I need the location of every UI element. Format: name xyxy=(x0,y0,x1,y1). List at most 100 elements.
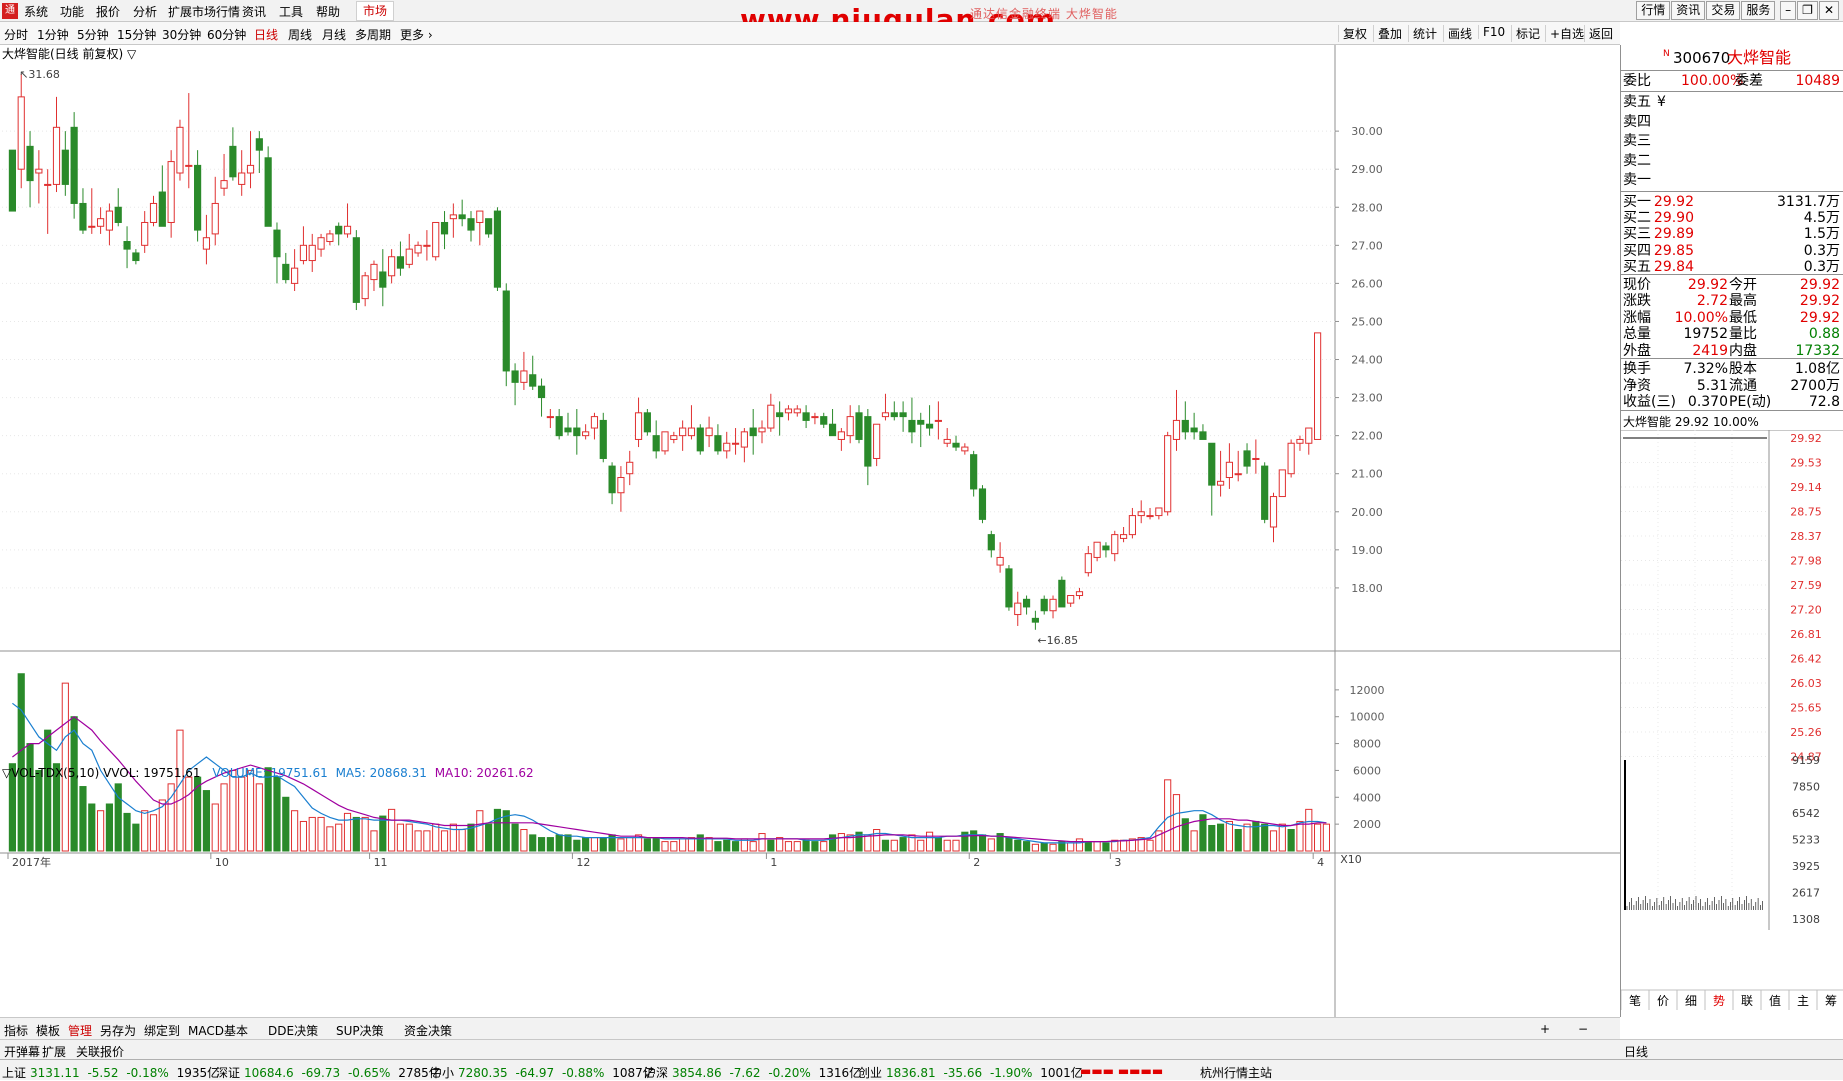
candle-body xyxy=(1278,469,1286,498)
menu-quote[interactable]: 报价 xyxy=(96,3,120,20)
candle-body xyxy=(1084,553,1092,574)
bottom-tab[interactable]: SUP决策 xyxy=(336,1022,384,1039)
volume-bar xyxy=(211,803,219,852)
vol-y-tick-label: 2000 xyxy=(1353,818,1381,831)
y-tick-label: 25.00 xyxy=(1351,315,1383,328)
tool-fuquan[interactable]: 复权 xyxy=(1338,25,1371,42)
menu-help[interactable]: 帮助 xyxy=(316,3,340,20)
tool-back[interactable]: 返回 xyxy=(1584,25,1617,42)
candle-body xyxy=(1137,511,1145,517)
period-fenshi[interactable]: 分时 xyxy=(4,26,28,43)
index-quote[interactable]: 深证 10684.6 -69.73 -0.65% 2785亿 xyxy=(216,1064,441,1081)
status-bar: 上证 3131.11 -5.52 -0.18% 1935亿 深证 10684.6 -6… xyxy=(0,1059,1843,1080)
volume-bar xyxy=(458,829,466,852)
close-icon[interactable]: ✕ xyxy=(1818,1,1839,20)
tool-add-favorite[interactable]: +自选 xyxy=(1545,25,1588,42)
mini-intraday-chart[interactable]: 29.92 29.53 29.14 28.75 28.37 27.98 27.59 27.20… xyxy=(1621,430,1843,1010)
menu-news[interactable]: 资讯 xyxy=(242,3,266,20)
restore-icon[interactable]: ❐ xyxy=(1797,1,1818,20)
volume-bar xyxy=(343,812,352,852)
candle-body xyxy=(1190,427,1198,433)
volume-bar xyxy=(546,837,554,852)
index-quote[interactable]: 创业 1836.81 -35.66 -1.90% 1001亿 xyxy=(858,1064,1083,1081)
index-quote[interactable]: 中小 7280.35 -64.97 -0.88% 1087亿 xyxy=(430,1064,655,1081)
candle-body xyxy=(1005,568,1013,608)
bottom-tab[interactable]: DDE决策 xyxy=(268,1022,318,1039)
related-quote-button[interactable]: 关联报价 xyxy=(76,1043,124,1060)
top-news-button[interactable]: 资讯 xyxy=(1671,1,1706,20)
volume-bar xyxy=(440,830,449,852)
kline-chart[interactable]: 30.00 29.00 28.00 27.00 26.00 25.00 24.00 23.00… xyxy=(0,45,1620,1017)
period-monthly[interactable]: 月线 xyxy=(322,26,346,43)
period-daily[interactable]: 日线 xyxy=(254,26,278,43)
volume-bar xyxy=(396,823,405,852)
menu-ext-market[interactable]: 扩展市场行情 xyxy=(168,3,240,20)
tool-f10[interactable]: F10 xyxy=(1478,25,1509,39)
tool-draw[interactable]: 画线 xyxy=(1443,25,1476,42)
index-amount: 1316亿 xyxy=(814,1066,862,1080)
bottom-tab[interactable]: 管理 xyxy=(68,1022,92,1039)
mini-vol-tick: 7850 xyxy=(1792,781,1820,794)
volume-bar xyxy=(414,830,422,852)
bottom-tab[interactable]: MACD基本 xyxy=(188,1022,248,1039)
bottom-tab[interactable]: 绑定到 xyxy=(144,1022,180,1039)
candle-body xyxy=(749,427,757,437)
candle-body xyxy=(1022,598,1031,608)
candle-body xyxy=(44,183,52,186)
zoom-out-icon[interactable]: − xyxy=(1578,1022,1588,1036)
tool-stats[interactable]: 统计 xyxy=(1408,25,1441,42)
candle-body xyxy=(238,172,246,185)
chart-area[interactable]: 30.00 29.00 28.00 27.00 26.00 25.00 24.00 23.00… xyxy=(0,45,1620,1017)
candle-body xyxy=(1031,617,1039,623)
index-quote[interactable]: 沪深 3854.86 -7.62 -0.20% 1316亿 xyxy=(644,1064,861,1081)
index-quote[interactable]: 上证 3131.11 -5.52 -0.18% 1935亿 xyxy=(2,1064,219,1081)
bottom-tab[interactable]: 指标 xyxy=(4,1022,28,1039)
period-15min[interactable]: 15分钟 xyxy=(117,26,156,43)
period-more[interactable]: 更多 › xyxy=(400,26,433,43)
candle-body xyxy=(731,442,740,445)
weibi-row: 委比 100.00% 委差 10489 xyxy=(1621,72,1843,91)
candle-body xyxy=(493,210,502,288)
mini-price-tick: 27.20 xyxy=(1790,604,1822,617)
top-trade-button[interactable]: 交易 xyxy=(1706,1,1741,20)
volume-bar xyxy=(335,823,343,852)
candle-body xyxy=(167,161,175,223)
period-multi[interactable]: 多周期 xyxy=(355,26,391,43)
candle-body xyxy=(1014,602,1022,616)
volume-bar xyxy=(555,834,563,852)
index-value: 7280.35 xyxy=(458,1066,508,1080)
bottom-tab[interactable]: 资金决策 xyxy=(404,1022,452,1039)
extend-button[interactable]: 扩展 xyxy=(42,1043,66,1060)
period-60min[interactable]: 60分钟 xyxy=(207,26,246,43)
period-weekly[interactable]: 周线 xyxy=(288,26,312,43)
top-service-button[interactable]: 服务 xyxy=(1741,1,1776,20)
tool-mark[interactable]: 标记 xyxy=(1511,25,1544,42)
y-tick-label: 18.00 xyxy=(1351,582,1383,595)
period-30min[interactable]: 30分钟 xyxy=(162,26,201,43)
period-1min[interactable]: 1分钟 xyxy=(37,26,69,43)
zoom-in-icon[interactable]: + xyxy=(1540,1022,1550,1036)
top-quote-button[interactable]: 行情 xyxy=(1636,1,1671,20)
candle-body xyxy=(1075,591,1084,597)
server-station[interactable]: 杭州行情主站 xyxy=(1200,1064,1272,1081)
window-title: 通达信金融终端 大烨智能 xyxy=(970,7,1118,21)
danmaku-toggle[interactable]: 开弹幕 xyxy=(4,1043,40,1060)
volume-bar xyxy=(837,833,845,852)
bottom-tab[interactable]: 模板 xyxy=(36,1022,60,1039)
menu-analysis[interactable]: 分析 xyxy=(133,3,157,20)
volume-bar xyxy=(670,841,678,852)
bottom-tab[interactable]: 另存为 xyxy=(100,1022,136,1039)
tool-overlay[interactable]: 叠加 xyxy=(1373,25,1406,42)
sell-row: 卖三 xyxy=(1621,132,1843,151)
candle-body xyxy=(246,164,255,174)
volume-bar xyxy=(652,837,660,852)
menu-system[interactable]: 系统 xyxy=(24,3,48,20)
menu-market[interactable]: 市场 xyxy=(356,1,395,21)
volume-bar xyxy=(255,783,263,852)
menu-function[interactable]: 功能 xyxy=(60,3,84,20)
minimize-icon[interactable]: – xyxy=(1780,1,1797,20)
menu-tools[interactable]: 工具 xyxy=(279,3,303,20)
mini-tab-6: 主 xyxy=(1797,994,1809,1008)
period-5min[interactable]: 5分钟 xyxy=(77,26,109,43)
mini-vol-tick: 9159 xyxy=(1792,754,1820,767)
